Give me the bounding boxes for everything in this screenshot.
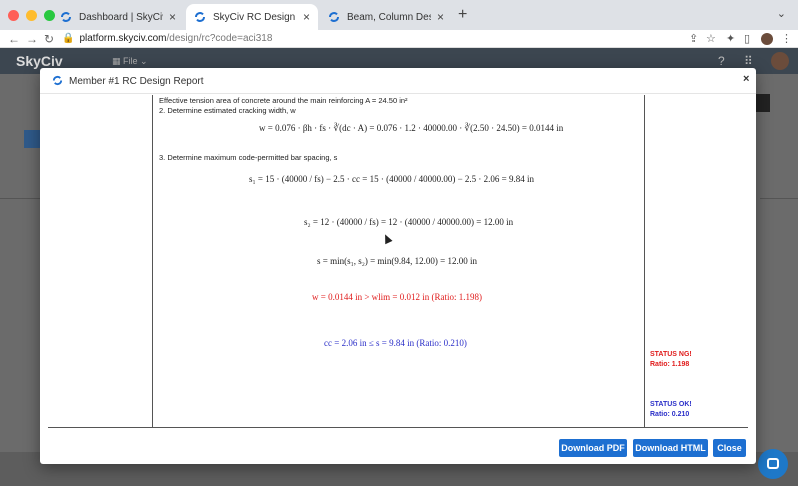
browser-tab-bar: Dashboard | SkyCiv Platform × SkyCiv RC … <box>0 0 798 30</box>
table-left-divider <box>152 95 153 427</box>
forward-arrow-icon[interactable]: → <box>26 32 38 46</box>
bookmark-star-icon[interactable]: ☆ <box>706 32 716 45</box>
design-report-modal: Member #1 RC Design Report × Effective t… <box>40 68 756 464</box>
download-pdf-button[interactable]: Download PDF <box>559 439 627 457</box>
modal-title: Member #1 RC Design Report <box>69 76 204 87</box>
table-right-divider <box>644 95 645 427</box>
step-2-heading: 2. Determine estimated cracking width, w <box>159 106 296 115</box>
window-controls <box>8 10 55 21</box>
bg-divider <box>760 198 798 199</box>
url-field[interactable]: 🔒 platform.skyciv.com/design/rc?code=aci3… <box>62 33 272 44</box>
skyciv-logo: SkyCiv <box>16 53 63 69</box>
download-html-button[interactable]: Download HTML <box>633 439 708 457</box>
modal-close-icon[interactable]: × <box>743 73 749 85</box>
profile-avatar[interactable] <box>761 33 773 45</box>
file-menu[interactable]: ▦ File ⌄ <box>112 56 148 67</box>
tension-area-text: Effective tension area of concrete aroun… <box>159 96 408 105</box>
url-host: platform.skyciv.com <box>79 33 167 44</box>
chat-support-button[interactable] <box>758 449 788 479</box>
tab-dashboard[interactable]: Dashboard | SkyCiv Platform × <box>52 4 184 30</box>
minimize-window-button[interactable] <box>26 10 37 21</box>
equation-s1: s₁ = 15 · (40000 / fs) − 2.5 · cc = 15 ·… <box>249 174 534 184</box>
chat-icon <box>767 458 779 469</box>
bg-divider <box>0 198 40 199</box>
sidebar-icon[interactable]: ▯ <box>744 32 750 45</box>
tab-search-chevron-icon[interactable]: ⌄ <box>777 7 786 20</box>
tab-title: SkyCiv RC Design | SkyCiv Pla <box>213 11 297 23</box>
bg-side-button <box>756 94 770 112</box>
extensions-puzzle-icon[interactable]: ✦ <box>726 32 735 45</box>
url-path: /design/rc?code=aci318 <box>166 33 273 44</box>
skyciv-logo-icon <box>52 75 63 86</box>
back-arrow-icon[interactable]: ← <box>8 32 20 46</box>
status-ok-label: STATUS OK! <box>650 401 692 408</box>
help-icon[interactable]: ? <box>718 54 725 68</box>
report-content[interactable]: Effective tension area of concrete aroun… <box>48 95 748 428</box>
file-icon: ▦ <box>112 56 124 66</box>
bg-action-button <box>24 130 40 148</box>
tab-title: Dashboard | SkyCiv Platform <box>79 11 163 23</box>
tab-close-icon[interactable]: × <box>303 10 310 24</box>
equation-s2: s₂ = 12 · (40000 / fs) = 12 · (40000 / 4… <box>304 217 514 227</box>
tab-title: Beam, Column Design – Standa <box>347 11 431 23</box>
step-3-heading: 3. Determine maximum code-permitted bar … <box>159 153 338 162</box>
tab-close-icon[interactable]: × <box>437 10 444 24</box>
user-avatar[interactable] <box>771 52 789 70</box>
status-ok-badge: STATUS OK! Ratio: 0.210 <box>650 400 692 420</box>
status-ng-badge: STATUS NG! Ratio: 1.198 <box>650 350 692 370</box>
equation-s-min: s = min(s₁, s₂) = min(9.84, 12.00) = 12.… <box>317 256 478 266</box>
status-ng-ratio: Ratio: 1.198 <box>650 361 690 368</box>
tab-close-icon[interactable]: × <box>169 10 176 24</box>
new-tab-button[interactable]: + <box>458 6 467 24</box>
close-button[interactable]: Close <box>713 439 746 457</box>
tab-rc-design[interactable]: SkyCiv RC Design | SkyCiv Pla × <box>186 4 318 30</box>
close-window-button[interactable] <box>8 10 19 21</box>
reload-icon[interactable]: ↻ <box>44 32 54 46</box>
skyciv-favicon-icon <box>329 12 339 22</box>
lock-icon: 🔒 <box>62 33 75 44</box>
status-ng-label: STATUS NG! <box>650 351 692 358</box>
share-icon[interactable]: ⇪ <box>689 32 698 45</box>
browser-menu-icon[interactable]: ⋮ <box>781 32 792 45</box>
status-ok-ratio: Ratio: 0.210 <box>650 411 690 418</box>
check-spacing-pass: cc = 2.06 in ≤ s = 9.84 in (Ratio: 0.210… <box>324 338 467 348</box>
check-crack-width-fail: w = 0.0144 in > wlim = 0.012 in (Ratio: … <box>312 292 482 302</box>
apps-grid-icon[interactable]: ⠿ <box>744 54 753 68</box>
equation-cracking-width: w = 0.076 · βh · fs · ∛(dc · A) = 0.076 … <box>259 123 564 133</box>
tab-beam-column[interactable]: Beam, Column Design – Standa × <box>320 4 452 30</box>
modal-header: Member #1 RC Design Report × <box>40 68 756 94</box>
skyciv-favicon-icon <box>195 12 205 22</box>
address-bar-row: ← → ↻ 🔒 platform.skyciv.com/design/rc?cod… <box>0 30 798 48</box>
skyciv-favicon-icon <box>61 12 71 22</box>
